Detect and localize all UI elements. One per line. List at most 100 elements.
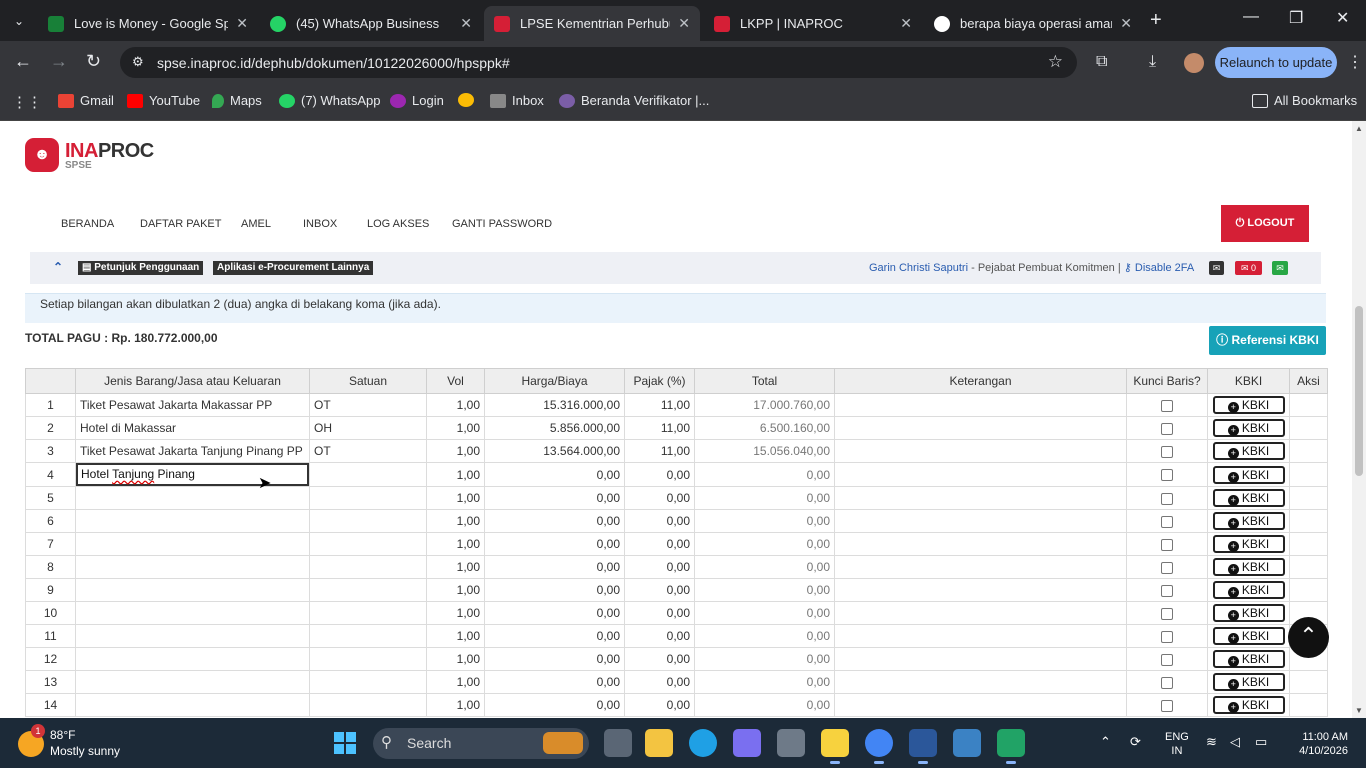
- satuan-cell[interactable]: OT: [309, 439, 427, 463]
- vol-cell[interactable]: 1,00: [426, 462, 485, 487]
- user-name[interactable]: Garin Christi Saputri: [869, 262, 968, 274]
- bookmark-gmail[interactable]: Gmail: [58, 93, 114, 108]
- pajak-cell[interactable]: 0,00: [624, 693, 695, 717]
- kunci-baris-checkbox[interactable]: [1161, 699, 1173, 712]
- harga-cell[interactable]: 0,00: [484, 578, 625, 602]
- pajak-cell[interactable]: 0,00: [624, 555, 695, 579]
- harga-cell[interactable]: 13.564.000,00: [484, 439, 625, 463]
- close-tab-icon[interactable]: ✕: [460, 15, 472, 32]
- satuan-cell[interactable]: [309, 462, 427, 487]
- harga-cell[interactable]: 0,00: [484, 693, 625, 717]
- vol-cell[interactable]: 1,00: [426, 601, 485, 625]
- word-icon[interactable]: [909, 729, 937, 764]
- minimize-icon[interactable]: —: [1243, 8, 1259, 26]
- inaproc-logo[interactable]: ☻ INAPROC SPSE: [25, 138, 154, 172]
- tab-lpse-active[interactable]: LPSE Kementrian Perhubung ✕: [484, 6, 700, 41]
- vol-cell[interactable]: 1,00: [426, 693, 485, 717]
- vol-cell[interactable]: 1,00: [426, 509, 485, 533]
- pajak-cell[interactable]: 0,00: [624, 670, 695, 694]
- bookmark-photos[interactable]: [458, 93, 480, 107]
- pajak-cell[interactable]: 0,00: [624, 647, 695, 671]
- page-scrollbar[interactable]: ▲ ▼: [1352, 121, 1366, 718]
- satuan-cell[interactable]: [309, 532, 427, 556]
- pajak-cell[interactable]: 0,00: [624, 462, 695, 487]
- item-name-cell[interactable]: [75, 578, 310, 602]
- site-info-icon[interactable]: ⚙: [132, 54, 144, 70]
- keterangan-cell[interactable]: [834, 462, 1127, 487]
- excel-icon[interactable]: [997, 729, 1025, 764]
- vol-cell[interactable]: 1,00: [426, 555, 485, 579]
- chrome-icon[interactable]: [865, 729, 893, 764]
- item-name-cell[interactable]: [75, 555, 310, 579]
- keterangan-cell[interactable]: [834, 509, 1127, 533]
- language-indicator[interactable]: ENG IN: [1165, 730, 1189, 758]
- harga-cell[interactable]: 0,00: [484, 647, 625, 671]
- kunci-baris-checkbox[interactable]: [1161, 515, 1173, 528]
- satuan-cell[interactable]: [309, 647, 427, 671]
- vol-cell[interactable]: 1,00: [426, 670, 485, 694]
- kbki-button[interactable]: + KBKI: [1212, 558, 1285, 576]
- chrome-menu-icon[interactable]: ⋮: [1347, 52, 1363, 72]
- bookmark-youtube[interactable]: YouTube: [127, 93, 200, 108]
- nav-amel[interactable]: AMEL: [241, 218, 271, 230]
- kbki-button[interactable]: + KBKI: [1212, 696, 1285, 714]
- tab-lkpp-inaproc[interactable]: LKPP | INAPROC ✕: [704, 6, 922, 41]
- pajak-cell[interactable]: 11,00: [624, 393, 695, 417]
- satuan-cell[interactable]: [309, 555, 427, 579]
- satuan-cell[interactable]: OT: [309, 393, 427, 417]
- pajak-cell[interactable]: 0,00: [624, 509, 695, 533]
- bookmark-beranda-verifikator[interactable]: Beranda Verifikator |...: [559, 93, 709, 108]
- kunci-baris-checkbox[interactable]: [1161, 653, 1173, 666]
- harga-cell[interactable]: 0,00: [484, 486, 625, 510]
- kbki-button[interactable]: + KBKI: [1212, 512, 1285, 530]
- logout-button[interactable]: ⏻ LOGOUT: [1221, 205, 1309, 242]
- volume-icon[interactable]: ◁: [1230, 734, 1240, 750]
- pajak-cell[interactable]: 0,00: [624, 486, 695, 510]
- keterangan-cell[interactable]: [834, 439, 1127, 463]
- satuan-cell[interactable]: [309, 509, 427, 533]
- pajak-cell[interactable]: 0,00: [624, 578, 695, 602]
- scroll-to-top-button[interactable]: ⌃: [1288, 617, 1329, 658]
- harga-cell[interactable]: 15.316.000,00: [484, 393, 625, 417]
- tab-search-chevron-icon[interactable]: ⌄: [6, 8, 32, 34]
- bookmark-whatsapp[interactable]: (7) WhatsApp: [279, 93, 380, 108]
- kunci-baris-checkbox[interactable]: [1161, 399, 1173, 412]
- nav-beranda[interactable]: BERANDA: [61, 218, 114, 230]
- item-name-cell[interactable]: [75, 509, 310, 533]
- taskbar-search[interactable]: ⚲ Search: [373, 728, 589, 759]
- kunci-baris-checkbox[interactable]: [1161, 445, 1173, 458]
- harga-cell[interactable]: 0,00: [484, 624, 625, 648]
- kunci-baris-checkbox[interactable]: [1161, 584, 1173, 597]
- download-icon[interactable]: ⤓: [1149, 53, 1156, 71]
- camera-icon[interactable]: [777, 729, 805, 757]
- kunci-baris-checkbox[interactable]: [1161, 422, 1173, 435]
- forward-arrow-icon[interactable]: →: [50, 51, 68, 72]
- item-name-cell[interactable]: [75, 693, 310, 717]
- kunci-baris-checkbox[interactable]: [1161, 469, 1173, 482]
- nav-daftar-paket[interactable]: DAFTAR PAKET: [140, 218, 222, 230]
- maximize-icon[interactable]: ❐: [1289, 8, 1303, 28]
- keterangan-cell[interactable]: [834, 555, 1127, 579]
- nav-inbox[interactable]: INBOX: [303, 218, 337, 230]
- kunci-baris-checkbox[interactable]: [1161, 630, 1173, 643]
- keterangan-cell[interactable]: [834, 486, 1127, 510]
- satuan-cell[interactable]: [309, 601, 427, 625]
- vol-cell[interactable]: 1,00: [426, 647, 485, 671]
- close-tab-icon[interactable]: ✕: [236, 15, 248, 32]
- bookmark-star-icon[interactable]: ☆: [1048, 52, 1063, 72]
- reload-icon[interactable]: ↻: [86, 51, 101, 72]
- file-explorer-icon[interactable]: [645, 729, 673, 757]
- item-name-cell[interactable]: [75, 670, 310, 694]
- inbox-count-badge[interactable]: ✉ 0: [1235, 261, 1262, 275]
- item-name-cell[interactable]: [75, 647, 310, 671]
- kunci-baris-checkbox[interactable]: [1161, 676, 1173, 689]
- kunci-baris-checkbox[interactable]: [1161, 492, 1173, 505]
- kbki-button[interactable]: + KBKI: [1212, 465, 1285, 484]
- item-name-edit-field[interactable]: Hotel Tanjung Pinang: [76, 463, 309, 486]
- vol-cell[interactable]: 1,00: [426, 532, 485, 556]
- vol-cell[interactable]: 1,00: [426, 624, 485, 648]
- bookmark-login[interactable]: Login: [390, 93, 444, 108]
- harga-cell[interactable]: 0,00: [484, 601, 625, 625]
- scroll-up-arrow-icon[interactable]: ▲: [1355, 124, 1363, 133]
- item-name-cell[interactable]: [75, 486, 310, 510]
